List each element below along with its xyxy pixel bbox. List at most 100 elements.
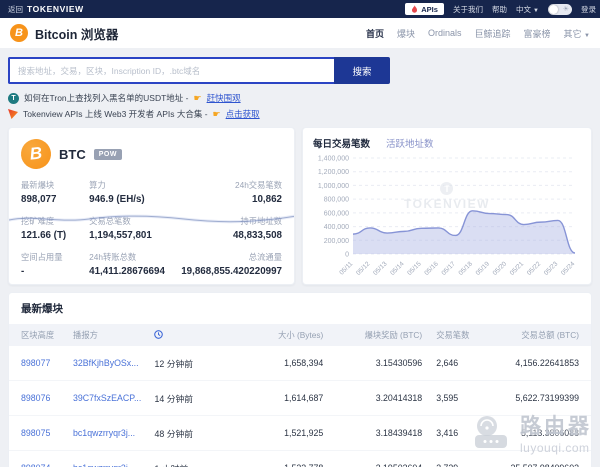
pointer-icon: ☛ xyxy=(213,109,221,120)
apis-button[interactable]: APIs xyxy=(405,3,444,15)
block-time: 48 分钟前 xyxy=(154,416,230,451)
block-txs: 3,595 xyxy=(422,381,480,416)
notice-link[interactable]: 赶快围观 xyxy=(207,92,241,104)
bitcoin-icon: B xyxy=(10,24,28,42)
back-link[interactable]: 返回 xyxy=(8,4,23,15)
block-total: 25,507.98409602 xyxy=(480,451,591,467)
stat-total-txs: 交易总笔数1,194,557,801 xyxy=(89,215,181,241)
block-time: 1 小时前 xyxy=(154,451,230,467)
about-link[interactable]: 关于我们 xyxy=(453,4,483,15)
table-header-row: 区块高度 播报方 大小 (Bytes) 爆块奖励 (BTC) 交易笔数 交易总额… xyxy=(9,324,591,346)
nav-item-blocks[interactable]: 爆块 xyxy=(397,27,415,40)
stat-holder-addresses: 持币地址数48,833,508 xyxy=(181,215,282,241)
chevron-down-icon: ▼ xyxy=(584,33,590,39)
nav-item-ordinals[interactable]: Ordinals xyxy=(428,28,462,38)
block-height-link[interactable]: 898075 xyxy=(21,428,50,438)
table-row: 898077 32BfKjhByOSx... 12 分钟前 1,658,394 … xyxy=(9,346,591,381)
login-link[interactable]: 登录 xyxy=(581,4,596,15)
col-size: 大小 (Bytes) xyxy=(230,324,323,346)
miner-link[interactable]: 32BfKjhByOSx... xyxy=(73,358,139,368)
toggle-knob xyxy=(549,5,558,14)
stat-circulating-supply: 总流通量19,868,855.420220997 xyxy=(181,251,282,277)
stat-24h-txs: 24h交易笔数10,862 xyxy=(181,179,282,205)
daily-chart-card: 每日交易笔数 活跃地址数 T TOKENVIEW 0200,000400,000… xyxy=(302,127,592,285)
miner-link[interactable]: bc1qwzrryqr3j... xyxy=(73,463,135,467)
notices: T 如何在Tron上查找列入黑名单的USDT地址 - ☛ 赶快围观 Tokenv… xyxy=(8,92,592,120)
sun-icon: ☀ xyxy=(563,6,569,13)
col-tx-count: 交易笔数 xyxy=(422,324,480,346)
tab-active-addresses[interactable]: 活跃地址数 xyxy=(386,136,434,150)
block-reward: 3.20414318 xyxy=(323,381,422,416)
svg-text:05/15: 05/15 xyxy=(406,260,423,277)
block-time: 14 分钟前 xyxy=(154,381,230,416)
block-size: 1,521,925 xyxy=(230,416,323,451)
consensus-badge: POW xyxy=(94,149,122,160)
block-reward: 3.18439418 xyxy=(323,416,422,451)
search-input[interactable] xyxy=(8,57,334,84)
svg-text:05/19: 05/19 xyxy=(475,260,492,277)
block-height-link[interactable]: 898074 xyxy=(21,463,50,467)
svg-text:05/21: 05/21 xyxy=(509,260,526,277)
stat-storage: 空间占用量- xyxy=(21,251,89,277)
block-size: 1,614,687 xyxy=(230,381,323,416)
nav-item-others[interactable]: 其它 ▼ xyxy=(564,27,590,40)
block-size: 1,522,778 xyxy=(230,451,323,467)
col-block-height: 区块高度 xyxy=(9,324,73,346)
notice-tron: T 如何在Tron上查找列入黑名单的USDT地址 - ☛ 赶快围观 xyxy=(8,92,592,104)
svg-text:05/20: 05/20 xyxy=(492,260,509,277)
tx-chart: 0200,000400,000600,000800,0001,000,0001,… xyxy=(313,152,581,280)
svg-text:1,200,000: 1,200,000 xyxy=(318,169,349,176)
block-reward: 3.19503604 xyxy=(323,451,422,467)
block-height-link[interactable]: 898076 xyxy=(21,393,50,403)
nav-item-whale-tracking[interactable]: 巨鲸追踪 xyxy=(474,27,510,40)
table-row: 898074 bc1qwzrryqr3j... 1 小时前 1,522,778 … xyxy=(9,451,591,467)
block-total: 5,113.3806088 xyxy=(480,416,591,451)
svg-text:0: 0 xyxy=(345,252,349,259)
block-total: 4,156.22641853 xyxy=(480,346,591,381)
col-reward: 爆块奖励 (BTC) xyxy=(323,324,422,346)
miner-link[interactable]: bc1qwzrryqr3j... xyxy=(73,428,135,438)
pointer-icon: ☛ xyxy=(194,93,202,104)
svg-text:05/24: 05/24 xyxy=(560,260,577,277)
tab-daily-transactions[interactable]: 每日交易笔数 xyxy=(313,136,370,150)
svg-text:05/17: 05/17 xyxy=(440,260,457,277)
stats-grid: 最新爆块898,077 算力946.9 (EH/s) 24h交易笔数10,862… xyxy=(21,179,282,277)
svg-text:05/14: 05/14 xyxy=(389,260,406,277)
language-selector[interactable]: 中文 ▼ xyxy=(516,4,539,15)
flame-icon xyxy=(411,5,418,14)
nav-item-rich-list[interactable]: 富豪榜 xyxy=(524,27,551,40)
blocks-table: 区块高度 播报方 大小 (Bytes) 爆块奖励 (BTC) 交易笔数 交易总额… xyxy=(9,324,591,467)
notice-link[interactable]: 点击获取 xyxy=(226,108,260,120)
theme-toggle[interactable]: ☀ xyxy=(548,4,572,15)
coin-symbol: BTC xyxy=(59,147,86,162)
svg-text:05/23: 05/23 xyxy=(543,260,560,277)
section-title: 最新爆块 xyxy=(9,301,591,324)
chevron-down-icon: ▼ xyxy=(533,8,539,14)
miner-link[interactable]: 39C7fxSzEACP... xyxy=(73,393,141,403)
block-txs: 2,646 xyxy=(422,346,480,381)
search-bar: 搜索 xyxy=(8,57,390,84)
svg-text:05/22: 05/22 xyxy=(526,260,543,277)
svg-text:200,000: 200,000 xyxy=(324,238,349,245)
col-miner: 播报方 xyxy=(73,324,154,346)
nav-item-home[interactable]: 首页 xyxy=(366,27,384,40)
block-txs: 3,416 xyxy=(422,416,480,451)
block-txs: 3,729 xyxy=(422,451,480,467)
navbar: B Bitcoin 浏览器 首页 爆块 Ordinals 巨鲸追踪 富豪榜 其它… xyxy=(0,18,600,48)
stat-latest-block: 最新爆块898,077 xyxy=(21,179,89,205)
stat-24h-transfers: 24h转账总数41,411.28676694 xyxy=(89,251,181,277)
svg-text:05/12: 05/12 xyxy=(355,260,372,277)
col-time[interactable] xyxy=(154,324,230,346)
page-title: Bitcoin 浏览器 xyxy=(35,24,118,43)
coin-stats-card: B BTC POW 最新爆块898,077 算力946.9 (EH/s) 24h… xyxy=(8,127,295,285)
svg-text:1,000,000: 1,000,000 xyxy=(318,183,349,190)
block-height-link[interactable]: 898077 xyxy=(21,358,50,368)
search-button[interactable]: 搜索 xyxy=(334,57,390,84)
svg-text:400,000: 400,000 xyxy=(324,224,349,231)
svg-text:800,000: 800,000 xyxy=(324,197,349,204)
tokenview-logo[interactable]: TOKENVIEW xyxy=(27,4,84,14)
help-link[interactable]: 帮助 xyxy=(492,4,507,15)
stat-hashrate: 算力946.9 (EH/s) xyxy=(89,179,181,205)
notice-text: 如何在Tron上查找列入黑名单的USDT地址 - xyxy=(24,92,189,104)
svg-text:05/13: 05/13 xyxy=(372,260,389,277)
